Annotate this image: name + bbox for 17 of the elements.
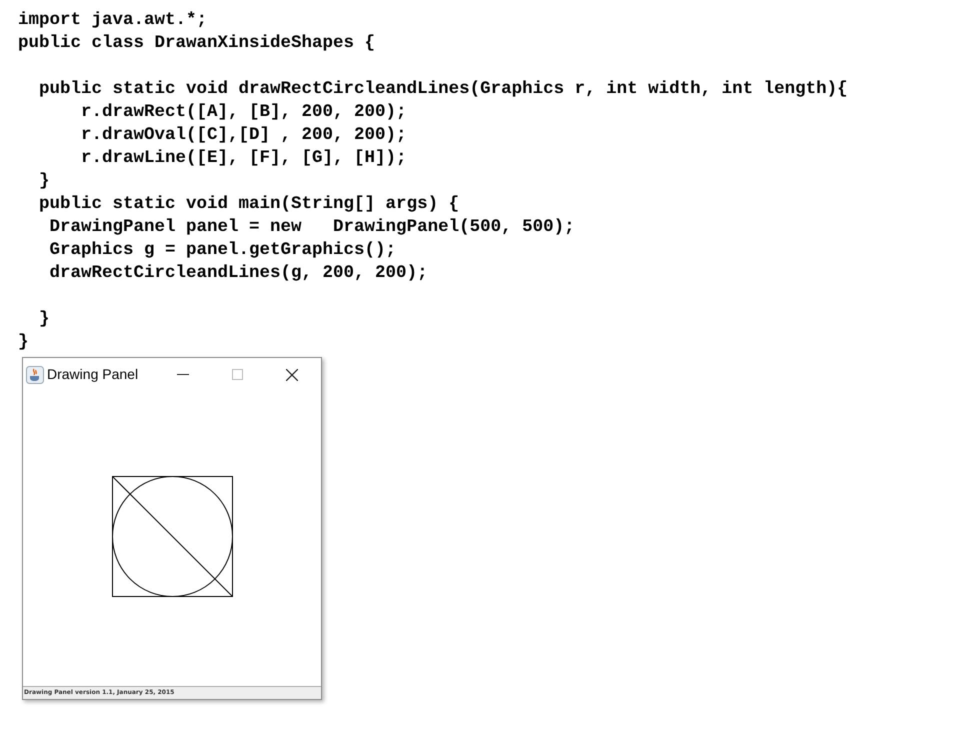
code-line: import java.awt.*;	[18, 9, 208, 32]
code-line: }	[18, 331, 30, 354]
code-line: r.drawRect([A], [B], 200, 200);	[80, 101, 408, 124]
code-line: r.drawLine([E], [F], [G], [H]);	[80, 147, 408, 170]
java-cup-icon	[26, 366, 44, 384]
code-line: r.drawOval([C],[D] , 200, 200);	[80, 124, 408, 147]
code-line: }	[38, 170, 51, 193]
code-line: public class DrawanXinsideShapes {	[18, 32, 376, 55]
code-line: public static void drawRectCircleandLines(Graphics r, int width, int length){	[38, 78, 849, 101]
code-line: drawRectCircleandLines(g, 200, 200);	[48, 262, 429, 285]
code-line: }	[38, 308, 51, 331]
minimize-icon[interactable]	[177, 374, 189, 376]
code-line: Graphics g = panel.getGraphics();	[48, 239, 398, 262]
window-title: Drawing Panel	[47, 365, 138, 384]
close-icon[interactable]	[286, 368, 298, 380]
code-line: public static void main(String[] args) {	[38, 193, 460, 216]
code-line: DrawingPanel panel = new DrawingPanel(500, 500);	[48, 216, 576, 239]
